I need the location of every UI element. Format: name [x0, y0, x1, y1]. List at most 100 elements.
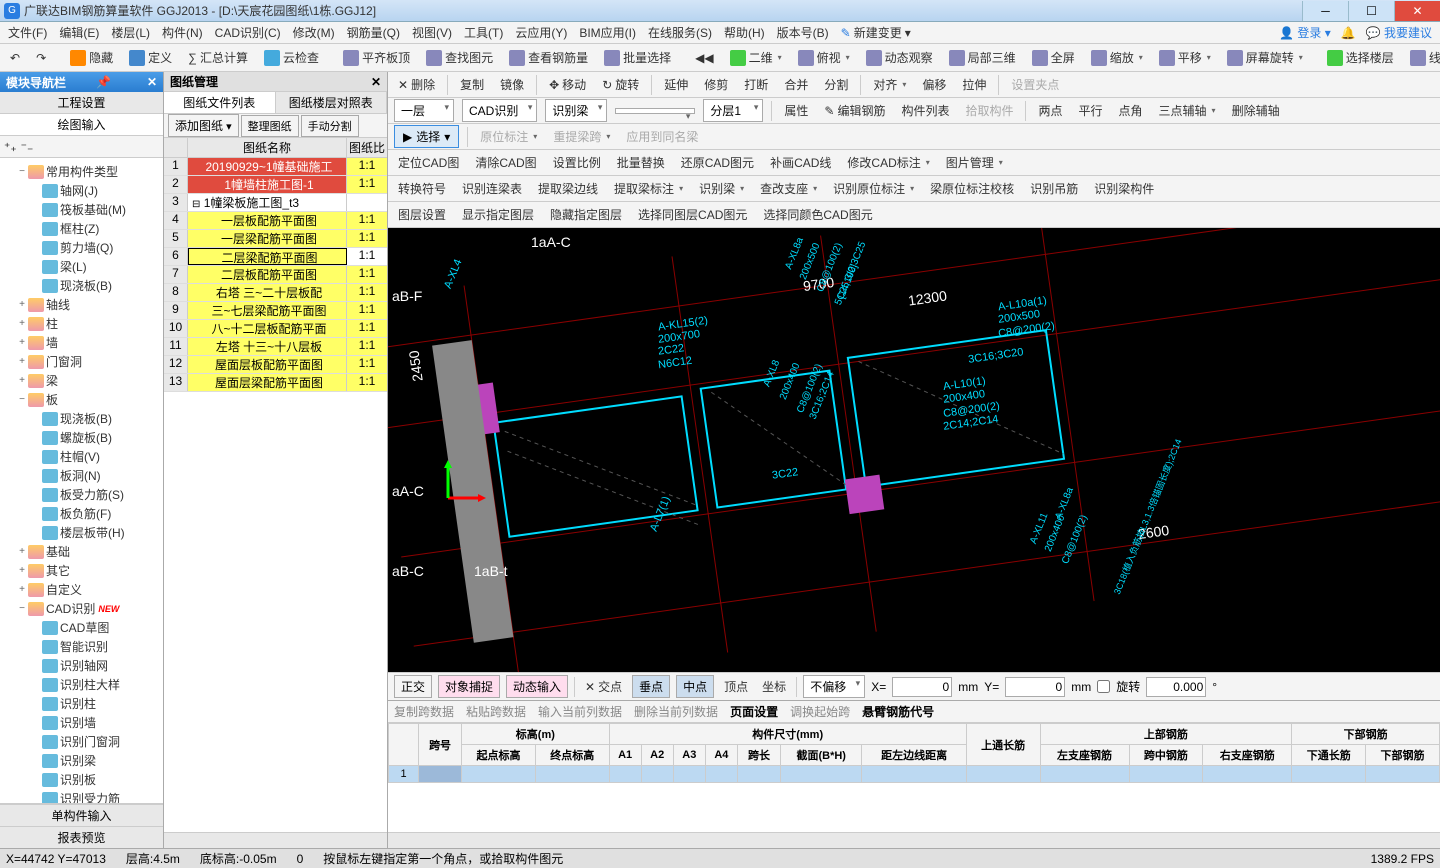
menu-tools[interactable]: 工具(T) [464, 24, 503, 41]
break-button[interactable]: 打断 [740, 74, 772, 95]
sel-floor-button[interactable]: 选择楼层 [1323, 47, 1398, 68]
tree-leaf[interactable]: 板受力筋(S) [2, 485, 161, 504]
drawing-row[interactable]: 5一层梁配筋平面图1:1 [164, 230, 387, 248]
dm-tab-floormap[interactable]: 图纸楼层对照表 [276, 92, 388, 113]
tree-leaf[interactable]: 识别梁 [2, 751, 161, 770]
tree-leaf[interactable]: 智能识别 [2, 637, 161, 656]
three-pt-button[interactable]: 三点辅轴 [1155, 100, 1220, 121]
edit-rebar-button[interactable]: ✎ 编辑钢筋 [820, 100, 889, 121]
locate-cad-button[interactable]: 定位CAD图 [394, 152, 463, 173]
copy-button[interactable]: 复制 [456, 74, 488, 95]
view-rebar-button[interactable]: 查看钢筋量 [505, 47, 592, 68]
dm-close-icon[interactable]: ✕ [371, 75, 381, 89]
vertex-button[interactable]: 顶点 [720, 676, 752, 697]
parallel-button[interactable]: 平行 [1075, 100, 1107, 121]
page-set-tab[interactable]: 页面设置 [730, 703, 778, 720]
extend-button[interactable]: 延伸 [660, 74, 692, 95]
convert-sym-button[interactable]: 转换符号 [394, 178, 450, 199]
menu-version[interactable]: 版本号(B) [777, 24, 829, 41]
empty-dropdown[interactable] [615, 108, 695, 114]
sel-same-color-button[interactable]: 选择同颜色CAD图元 [759, 204, 876, 225]
tree-leaf[interactable]: 螺旋板(B) [2, 428, 161, 447]
menu-online[interactable]: 在线服务(S) [648, 24, 712, 41]
y-input[interactable] [1005, 677, 1065, 697]
add-drawing-button[interactable]: 添加图纸 ▾ [168, 114, 239, 137]
drawing-row[interactable]: 21幢墙柱施工图-11:1 [164, 176, 387, 194]
view2d-button[interactable]: 二维 [726, 47, 786, 68]
redo-button[interactable]: ↷ [32, 49, 50, 67]
wireframe-button[interactable]: 线框 [1406, 47, 1440, 68]
minimize-button[interactable]: ─ [1302, 1, 1348, 21]
drawing-row[interactable]: 11左塔 十三~十八层板1:1 [164, 338, 387, 356]
pin-icon[interactable]: 📌 [96, 75, 111, 89]
login-link[interactable]: 👤 登录 ▾ [1279, 24, 1331, 41]
del-col-tab[interactable]: 删除当前列数据 [634, 703, 718, 720]
drawing-row[interactable]: 6二层梁配筋平面图1:1 [164, 248, 387, 266]
layer-set-button[interactable]: 图层设置 [394, 204, 450, 225]
tree-folder[interactable]: −常用构件类型 [2, 162, 161, 181]
tree-folder[interactable]: +轴线 [2, 295, 161, 314]
collapse-icon[interactable]: ⁻₋ [21, 140, 34, 154]
menu-edit[interactable]: 编辑(E) [59, 24, 99, 41]
x-input[interactable] [892, 677, 952, 697]
fullscreen-button[interactable]: 全屏 [1028, 47, 1079, 68]
coord-button[interactable]: 坐标 [758, 676, 790, 697]
prev-button[interactable]: ◀◀ [691, 49, 717, 67]
rec-beam-dropdown[interactable]: 识别梁 [545, 99, 607, 122]
cloud-check-button[interactable]: 云检查 [260, 47, 323, 68]
intersect-button[interactable]: ✕ 交点 [581, 676, 626, 697]
drawing-row[interactable]: 13屋面层梁配筋平面图1:1 [164, 374, 387, 392]
zoom-button[interactable]: 缩放 [1087, 47, 1147, 68]
add-cad-line-button[interactable]: 补画CAD线 [766, 152, 835, 173]
restore-cad-button[interactable]: 还原CAD图元 [677, 152, 758, 173]
cad-rec-dropdown[interactable]: CAD识别 [462, 99, 537, 122]
drawing-row[interactable]: 4一层板配筋平面图1:1 [164, 212, 387, 230]
rec-hanger-button[interactable]: 识别吊筋 [1026, 178, 1082, 199]
menu-floor[interactable]: 楼层(L) [111, 24, 150, 41]
snap-toggle[interactable]: 对象捕捉 [438, 675, 500, 698]
ortho-toggle[interactable]: 正交 [394, 675, 432, 698]
tree-folder[interactable]: +梁 [2, 371, 161, 390]
pan-button[interactable]: 平移 [1155, 47, 1215, 68]
menu-rebar[interactable]: 钢筋量(Q) [347, 24, 400, 41]
two-pt-button[interactable]: 两点 [1034, 100, 1066, 121]
menu-file[interactable]: 文件(F) [8, 24, 47, 41]
dyn-observe-button[interactable]: 动态观察 [862, 47, 937, 68]
tree-leaf[interactable]: 剪力墙(Q) [2, 238, 161, 257]
trim-button[interactable]: 修剪 [700, 74, 732, 95]
split-layer-dropdown[interactable]: 分层1 [703, 99, 763, 122]
apply-same-button[interactable]: 应用到同名梁 [622, 126, 702, 147]
merge-button[interactable]: 合并 [780, 74, 812, 95]
cantilever-tab[interactable]: 悬臂钢筋代号 [862, 703, 934, 720]
tree-leaf[interactable]: 识别轴网 [2, 656, 161, 675]
suggest-link[interactable]: 💬 我要建议 [1366, 24, 1432, 41]
bell-icon[interactable]: 🔔 [1341, 26, 1356, 40]
tree-folder[interactable]: +墙 [2, 333, 161, 352]
close-button[interactable]: ✕ [1394, 1, 1440, 21]
dm-tab-filelist[interactable]: 图纸文件列表 [164, 92, 276, 113]
cad-viewport[interactable]: 1aA-C aB-F aA-C aB-C 1aB-t 12300 9700 26… [388, 228, 1440, 672]
extract-annot-button[interactable]: 提取梁标注 [610, 178, 687, 199]
rotate-checkbox[interactable] [1097, 680, 1110, 693]
align-button[interactable]: 对齐 [869, 74, 910, 95]
extract-edge-button[interactable]: 提取梁边线 [534, 178, 602, 199]
tab-draw-input[interactable]: 绘图输入 [0, 114, 163, 136]
menu-component[interactable]: 构件(N) [162, 24, 203, 41]
expand-icon[interactable]: ⁺₊ [4, 140, 17, 154]
report-tab[interactable]: 报表预览 [0, 826, 163, 848]
tree-folder[interactable]: +门窗洞 [2, 352, 161, 371]
local-3d-button[interactable]: 局部三维 [945, 47, 1020, 68]
batch-sel-button[interactable]: 批量选择 [600, 47, 675, 68]
dm-hscroll[interactable] [164, 832, 387, 848]
organize-drawing-button[interactable]: 整理图纸 [241, 115, 299, 137]
dyn-input-toggle[interactable]: 动态输入 [506, 675, 568, 698]
tree-leaf[interactable]: 识别板 [2, 770, 161, 789]
del-aux-button[interactable]: 删除辅轴 [1228, 100, 1284, 121]
rec-link-beam-button[interactable]: 识别连梁表 [458, 178, 526, 199]
pt-angle-button[interactable]: 点角 [1115, 100, 1147, 121]
set-grip-button[interactable]: 设置夹点 [1007, 74, 1063, 95]
tree-folder[interactable]: −板 [2, 390, 161, 409]
tree-leaf[interactable]: 现浇板(B) [2, 276, 161, 295]
tree-leaf[interactable]: CAD草图 [2, 618, 161, 637]
tree-leaf[interactable]: 轴网(J) [2, 181, 161, 200]
